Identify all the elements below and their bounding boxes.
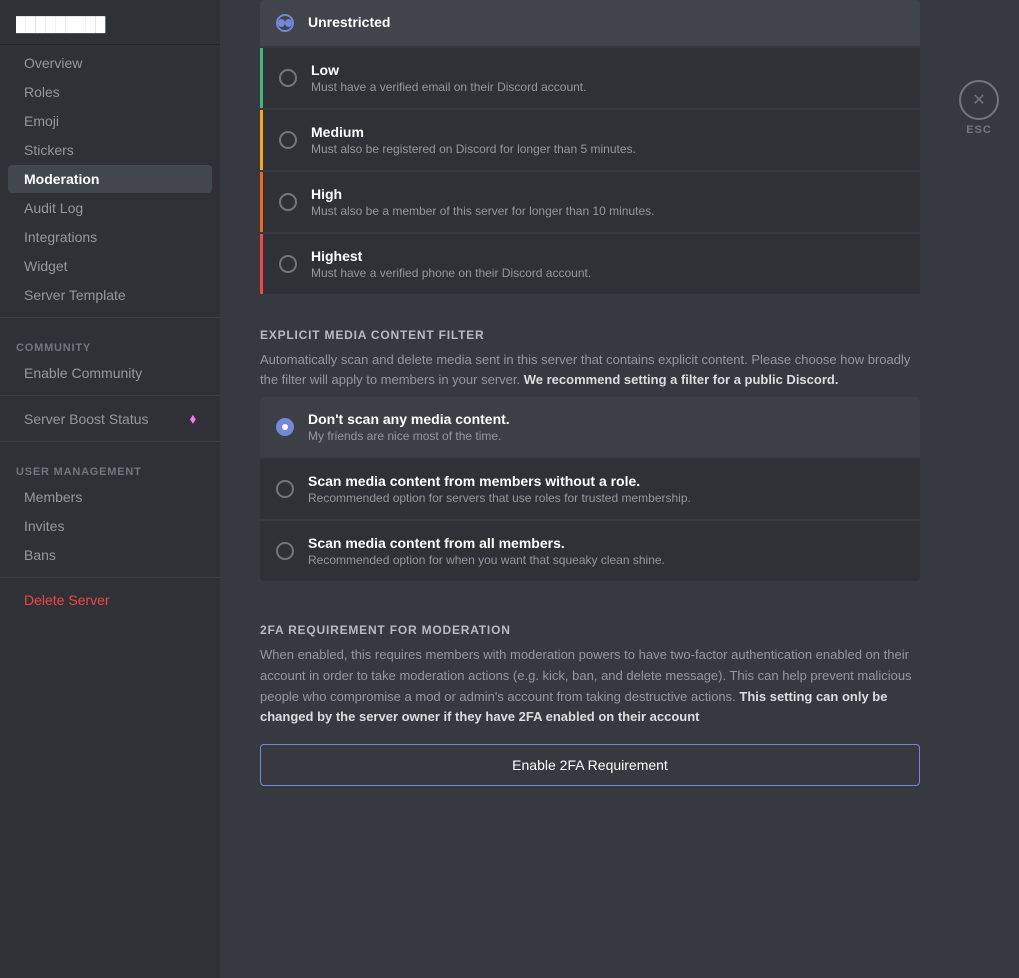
media-filter-options: Don't scan any media content. My friends… [260, 397, 920, 583]
sidebar-item-widget[interactable]: Widget [8, 252, 212, 280]
verification-option-low[interactable]: Low Must have a verified email on their … [260, 48, 920, 108]
explicit-media-desc: Automatically scan and delete media sent… [260, 350, 920, 389]
option-title-all-members: Scan media content from all members. [308, 535, 665, 551]
radio-no-scan [276, 418, 294, 436]
server-name: █████████ [0, 8, 220, 45]
esc-button[interactable]: ✕ ESC [959, 80, 999, 136]
twofa-desc: When enabled, this requires members with… [260, 645, 920, 728]
radio-all-members [276, 542, 294, 560]
close-icon: ✕ [972, 90, 985, 110]
option-text-no-role: Scan media content from members without … [308, 473, 691, 505]
server-boost-label: Server Boost Status [24, 411, 149, 427]
esc-circle[interactable]: ✕ [959, 80, 999, 120]
filter-option-no-role[interactable]: Scan media content from members without … [260, 459, 920, 519]
option-title-high: High [311, 186, 655, 202]
boost-icon: ⬧ [190, 410, 196, 427]
option-title-no-scan: Don't scan any media content. [308, 411, 510, 427]
divider-4 [0, 577, 220, 578]
verification-option-high[interactable]: High Must also be a member of this serve… [260, 172, 920, 232]
sidebar-item-integrations[interactable]: Integrations [8, 223, 212, 251]
verification-option-unrestricted[interactable]: Unrestricted [260, 0, 920, 46]
option-desc-medium: Must also be registered on Discord for l… [311, 142, 636, 156]
verification-option-medium[interactable]: Medium Must also be registered on Discor… [260, 110, 920, 170]
sidebar-item-server-template[interactable]: Server Template [8, 281, 212, 309]
option-text-high: High Must also be a member of this serve… [311, 186, 655, 218]
sidebar-item-moderation[interactable]: Moderation [8, 165, 212, 193]
explicit-media-desc-bold: We recommend setting a filter for a publ… [524, 372, 839, 387]
radio-unrestricted [276, 14, 294, 32]
option-text-low: Low Must have a verified email on their … [311, 62, 586, 94]
sidebar-item-delete-server[interactable]: Delete Server [8, 586, 212, 614]
option-desc-low: Must have a verified email on their Disc… [311, 80, 586, 94]
radio-medium [279, 131, 297, 149]
verification-option-highest[interactable]: Highest Must have a verified phone on th… [260, 234, 920, 294]
twofa-section: 2FA REQUIREMENT FOR MODERATION When enab… [260, 623, 920, 786]
sidebar-item-server-boost[interactable]: Server Boost Status ⬧ [8, 404, 212, 433]
option-text-medium: Medium Must also be registered on Discor… [311, 124, 636, 156]
filter-option-all-members[interactable]: Scan media content from all members. Rec… [260, 521, 920, 581]
option-text-unrestricted: Unrestricted [308, 14, 390, 32]
option-title-medium: Medium [311, 124, 636, 140]
option-text-no-scan: Don't scan any media content. My friends… [308, 411, 510, 443]
option-desc-all-members: Recommended option for when you want tha… [308, 553, 665, 567]
radio-no-role [276, 480, 294, 498]
sidebar-item-audit-log[interactable]: Audit Log [8, 194, 212, 222]
divider-3 [0, 441, 220, 442]
option-text-all-members: Scan media content from all members. Rec… [308, 535, 665, 567]
divider-1 [0, 317, 220, 318]
sidebar-item-emoji[interactable]: Emoji [8, 107, 212, 135]
sidebar-item-members[interactable]: Members [8, 483, 212, 511]
sidebar-item-bans[interactable]: Bans [8, 541, 212, 569]
radio-low [279, 69, 297, 87]
sidebar-item-enable-community[interactable]: Enable Community [8, 359, 212, 387]
divider-2 [0, 395, 220, 396]
verification-options: Unrestricted Low Must have a verified em… [260, 0, 920, 296]
radio-highest [279, 255, 297, 273]
twofa-title: 2FA REQUIREMENT FOR MODERATION [260, 623, 920, 637]
option-title-highest: Highest [311, 248, 591, 264]
main-content: Unrestricted Low Must have a verified em… [220, 0, 1019, 978]
enable-2fa-button[interactable]: Enable 2FA Requirement [260, 744, 920, 786]
explicit-media-section: EXPLICIT MEDIA CONTENT FILTER Automatica… [260, 328, 920, 389]
radio-high [279, 193, 297, 211]
community-section-label: COMMUNITY [0, 326, 220, 358]
option-title-low: Low [311, 62, 586, 78]
esc-label: ESC [966, 124, 992, 136]
sidebar: █████████ Overview Roles Emoji Stickers … [0, 0, 220, 978]
sidebar-item-overview[interactable]: Overview [8, 49, 212, 77]
filter-option-no-scan[interactable]: Don't scan any media content. My friends… [260, 397, 920, 457]
option-desc-highest: Must have a verified phone on their Disc… [311, 266, 591, 280]
option-title-unrestricted: Unrestricted [308, 14, 390, 30]
sidebar-item-stickers[interactable]: Stickers [8, 136, 212, 164]
sidebar-item-invites[interactable]: Invites [8, 512, 212, 540]
option-title-no-role: Scan media content from members without … [308, 473, 691, 489]
option-desc-no-scan: My friends are nice most of the time. [308, 429, 510, 443]
explicit-media-title: EXPLICIT MEDIA CONTENT FILTER [260, 328, 920, 342]
option-desc-no-role: Recommended option for servers that use … [308, 491, 691, 505]
option-text-highest: Highest Must have a verified phone on th… [311, 248, 591, 280]
user-management-section-label: USER MANAGEMENT [0, 450, 220, 482]
sidebar-item-roles[interactable]: Roles [8, 78, 212, 106]
option-desc-high: Must also be a member of this server for… [311, 204, 655, 218]
